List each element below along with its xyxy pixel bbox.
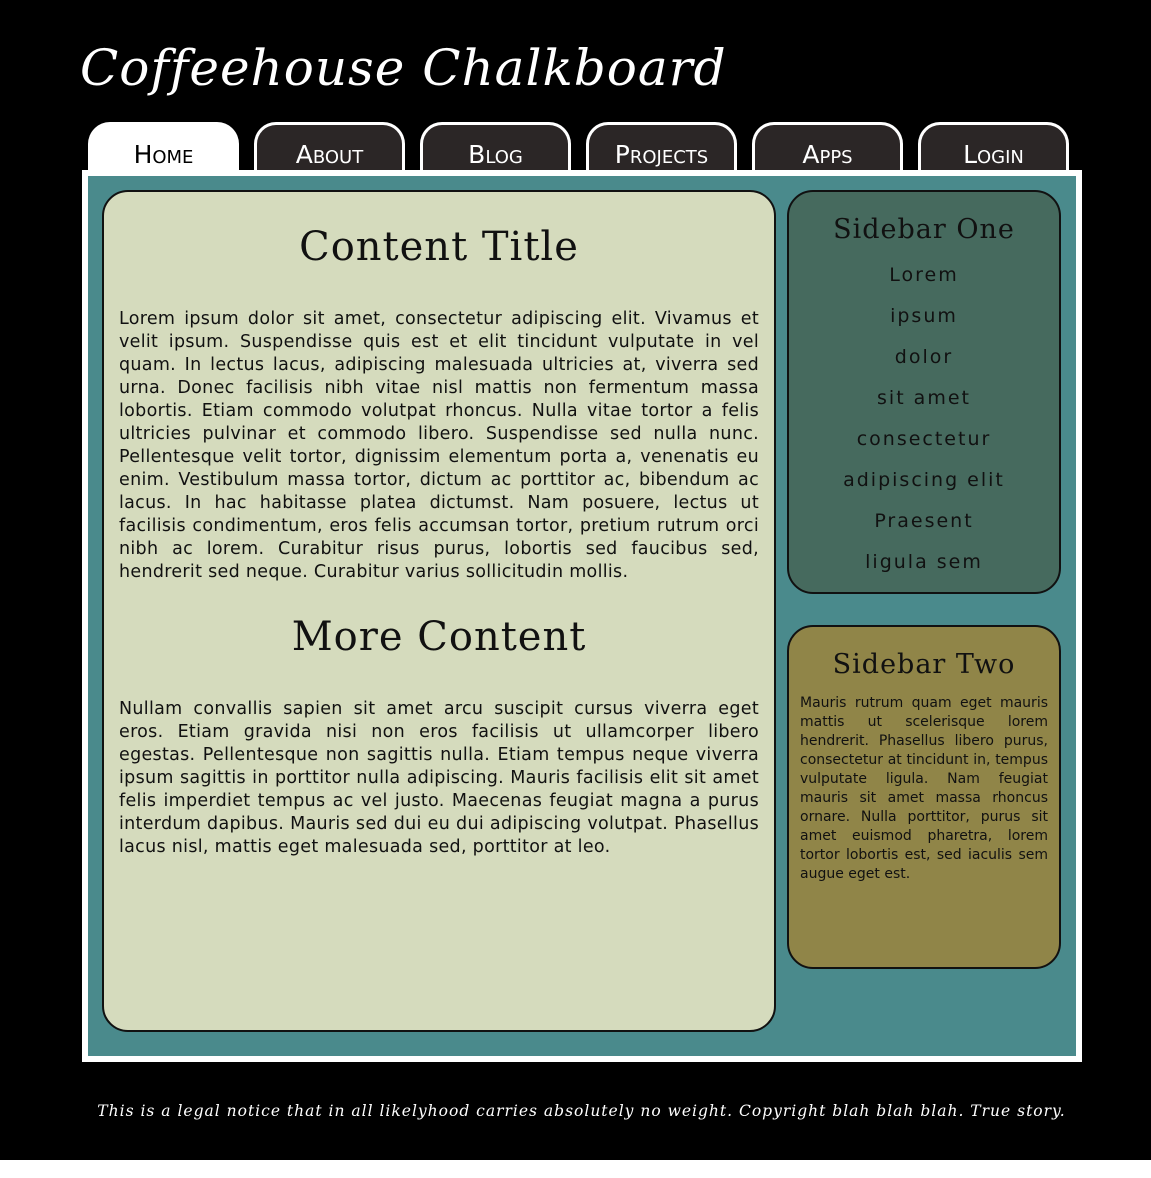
sidebar-link[interactable]: consectetur	[789, 419, 1059, 460]
tab-projects[interactable]: Projects	[586, 122, 737, 170]
sidebar-one: Sidebar One Lorem ipsum dolor sit amet c…	[787, 190, 1061, 594]
sidebar-link[interactable]: adipiscing elit	[789, 460, 1059, 501]
content-paragraph: Lorem ipsum dolor sit amet, consectetur …	[119, 309, 759, 582]
footer-legal-notice: This is a legal notice that in all likel…	[97, 1102, 1066, 1120]
sidebar-link[interactable]: ipsum	[789, 296, 1059, 337]
sidebar-two-title: Sidebar Two	[832, 649, 1016, 680]
site-title: Coffeehouse Chalkboard	[80, 39, 727, 97]
sidebar-link[interactable]: dolor	[789, 337, 1059, 378]
sidebar-link[interactable]: ligula sem	[789, 542, 1059, 583]
tab-home[interactable]: Home	[88, 122, 239, 174]
page: Coffeehouse Chalkboard Home About Blog P…	[0, 0, 1151, 1160]
content-subtitle: More Content	[291, 614, 587, 660]
content-paragraph: Nullam convallis sapien sit amet arcu su…	[119, 699, 759, 857]
sidebar-two: Sidebar Two Mauris rutrum quam eget maur…	[787, 625, 1061, 969]
tab-blog[interactable]: Blog	[420, 122, 571, 170]
sidebar-one-links: Lorem ipsum dolor sit amet consectetur a…	[789, 255, 1059, 583]
sidebar-link[interactable]: Praesent	[789, 501, 1059, 542]
sidebar-two-text: Mauris rutrum quam eget mauris mattis ut…	[800, 695, 1048, 882]
tab-about[interactable]: About	[254, 122, 405, 170]
main-nav: Home About Blog Projects Apps Login	[88, 122, 1078, 174]
sidebar-link[interactable]: sit amet	[789, 378, 1059, 419]
main-content: Content Title Lorem ipsum dolor sit amet…	[102, 190, 776, 1032]
tab-apps[interactable]: Apps	[752, 122, 903, 170]
content-title: Content Title	[299, 224, 579, 270]
tab-login[interactable]: Login	[918, 122, 1069, 170]
sidebar-link[interactable]: Lorem	[789, 255, 1059, 296]
sidebar-one-title: Sidebar One	[833, 214, 1015, 245]
